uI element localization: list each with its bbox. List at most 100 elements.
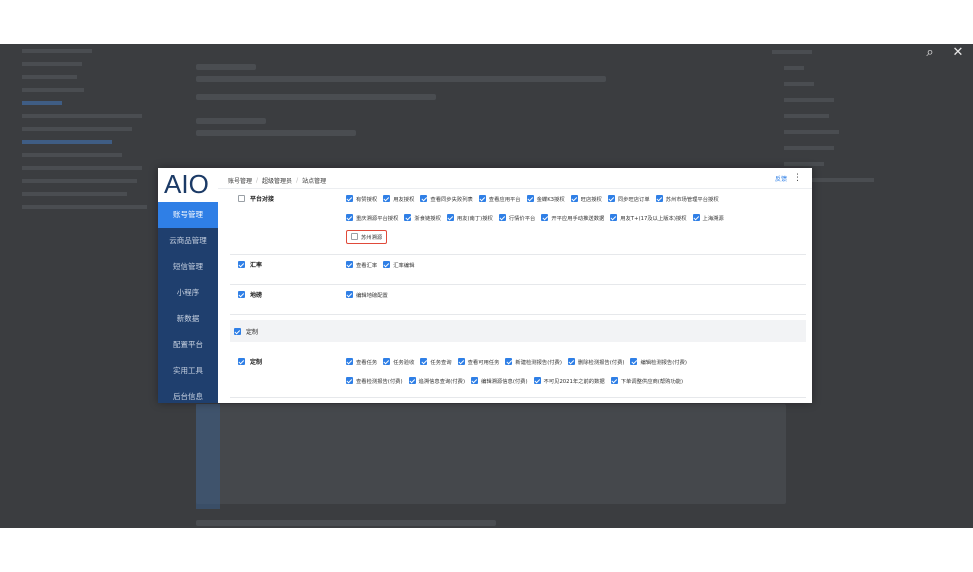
checkbox-checked-icon bbox=[383, 261, 391, 268]
permission-line: 查看任务 任务验收 任务查询 查看可用任务 新建检测报告(付费) 删除检测报告(付费) 编辑… bbox=[346, 352, 802, 371]
permission-checkbox[interactable]: 金蝶K3授权 bbox=[526, 195, 565, 203]
checkbox-checked-icon bbox=[471, 377, 479, 384]
checkbox-checked-icon bbox=[607, 195, 615, 202]
permission-checkbox[interactable]: 追溯信息查询(付费) bbox=[408, 377, 466, 385]
permission-checkbox[interactable]: 上海溯源 bbox=[692, 214, 724, 222]
checkbox-checked-icon bbox=[383, 195, 391, 202]
checkbox-checked-icon bbox=[238, 358, 245, 365]
checkbox-checked-icon bbox=[655, 195, 663, 202]
permission-checkbox[interactable]: 编辑检测报告(付费) bbox=[630, 358, 687, 366]
section-custom: 定制 bbox=[230, 320, 806, 342]
permission-label: 浙食链授权 bbox=[414, 215, 441, 222]
permission-checkbox[interactable]: 有赞授权 bbox=[346, 195, 377, 203]
checkbox-checked-icon bbox=[346, 214, 353, 221]
permission-label: 追溯信息查询(付费) bbox=[418, 378, 466, 385]
permission-checkbox[interactable]: 查看可用任务 bbox=[457, 358, 499, 366]
permission-label: 用友T+(17及以上版本)授权 bbox=[620, 215, 687, 222]
permission-checkbox[interactable]: 编辑溯源信息(付费) bbox=[471, 377, 528, 385]
permission-checkbox[interactable]: 查看任务 bbox=[346, 358, 377, 366]
permission-checkbox[interactable]: 重庆溯源平台授权 bbox=[346, 214, 398, 222]
section-custom-checkbox[interactable]: 定制 bbox=[234, 327, 258, 336]
permission-group-checkbox[interactable]: 地磅 bbox=[238, 290, 262, 299]
sidebar-item[interactable]: 实用工具 bbox=[158, 358, 218, 384]
checkbox-checked-icon bbox=[533, 377, 541, 384]
sidebar-item[interactable]: 后台信息 bbox=[158, 384, 218, 403]
permission-label: 查看汇率 bbox=[356, 262, 378, 269]
permission-label: 开平应用手动推送数据 bbox=[551, 215, 605, 222]
permission-label: 编辑地磅配置 bbox=[356, 292, 388, 299]
sidebar-item[interactable]: 短信管理 bbox=[158, 254, 218, 280]
permission-checkbox[interactable]: 用友(南丁)授权 bbox=[446, 214, 493, 222]
checkbox-checked-icon bbox=[610, 377, 618, 384]
close-icon[interactable]: ✕ bbox=[949, 44, 967, 62]
permission-label: 编辑溯源信息(付费) bbox=[481, 378, 528, 385]
more-vertical-icon[interactable]: ⋮ bbox=[793, 173, 802, 183]
permission-label: 苏州市场管理平台授权 bbox=[665, 196, 719, 203]
permission-label: 行情价平台 bbox=[508, 215, 536, 222]
permission-group-checkbox[interactable]: 汇率 bbox=[238, 260, 262, 269]
permission-checkbox[interactable]: 查看检测报告(付费) bbox=[346, 377, 403, 385]
checkbox-checked-icon bbox=[610, 214, 618, 221]
checkbox-checked-icon bbox=[346, 291, 353, 298]
sidebar-item[interactable]: 云商品管理 bbox=[158, 228, 218, 254]
permission-label: 编辑检测报告(付费) bbox=[640, 359, 687, 366]
permission-checkbox[interactable]: 行情价平台 bbox=[498, 214, 536, 222]
checkbox-checked-icon bbox=[570, 195, 578, 202]
permission-label: 上海溯源 bbox=[702, 215, 724, 222]
permission-checkbox[interactable]: 查看汇率 bbox=[346, 261, 377, 269]
aio-logo: AIO bbox=[164, 169, 209, 199]
permission-group-label: 定制 bbox=[250, 359, 263, 366]
permission-checkbox[interactable]: 下单调整供应商(帮购功能) bbox=[610, 377, 683, 385]
permission-options: 查看汇率 汇率编辑 bbox=[346, 255, 802, 274]
checkbox-checked-icon bbox=[446, 214, 454, 221]
checkbox-checked-icon bbox=[420, 358, 428, 365]
permission-checkbox[interactable]: 不可见2021年之前的数据 bbox=[533, 377, 605, 385]
permission-line: 重庆溯源平台授权 浙食链授权 用友(南丁)授权 行情价平台 开平应用手动推送数据 用友T+… bbox=[346, 208, 802, 227]
permission-checkbox[interactable]: 任务查询 bbox=[420, 358, 452, 366]
brand-area: AIO bbox=[158, 168, 218, 202]
permission-checkbox[interactable]: 用友T+(17及以上版本)授权 bbox=[610, 214, 687, 222]
checkbox-checked-icon bbox=[526, 195, 534, 202]
permission-group-label: 平台对接 bbox=[250, 196, 275, 203]
breadcrumb-account[interactable]: 账号管理 bbox=[228, 176, 252, 185]
sidebar-item[interactable]: 新数据 bbox=[158, 306, 218, 332]
breadcrumb-super-admin[interactable]: 超级管理员 bbox=[262, 176, 292, 185]
checkbox-unchecked-icon bbox=[238, 195, 245, 202]
permission-label: 删除检测报告(付费) bbox=[577, 359, 625, 366]
permission-checkbox[interactable]: 用友授权 bbox=[383, 195, 414, 203]
permission-group-checkbox[interactable]: 定制 bbox=[238, 357, 262, 366]
feedback-link[interactable]: 反馈 bbox=[775, 174, 787, 183]
background-toc bbox=[22, 44, 162, 218]
permission-label: 新建检测报告(付费) bbox=[515, 359, 562, 366]
permission-label: 用友(南丁)授权 bbox=[456, 215, 493, 222]
permission-checkbox[interactable]: 查看应用平台 bbox=[478, 195, 521, 203]
permission-checkbox[interactable]: 汇率编辑 bbox=[383, 261, 414, 269]
checkbox-checked-icon bbox=[567, 358, 575, 365]
permission-options: 查看任务 任务验收 任务查询 查看可用任务 新建检测报告(付费) 删除检测报告(付费) 编辑… bbox=[346, 352, 802, 390]
permission-checkbox[interactable]: 旺店授权 bbox=[570, 195, 602, 203]
permission-label: 不可见2021年之前的数据 bbox=[543, 378, 605, 385]
permission-options: 编辑地磅配置 bbox=[346, 285, 802, 304]
permission-checkbox[interactable]: 苏州溯源 bbox=[346, 229, 388, 244]
permission-label: 查看检测报告(付费) bbox=[356, 378, 403, 385]
sidebar-item[interactable]: 小程序 bbox=[158, 280, 218, 306]
permission-checkbox[interactable]: 编辑地磅配置 bbox=[346, 291, 388, 299]
checkbox-checked-icon bbox=[505, 358, 513, 365]
permission-label: 苏州溯源 bbox=[361, 234, 383, 241]
sidebar-item[interactable]: 账号管理 bbox=[158, 202, 218, 228]
search-icon[interactable]: ⌕ bbox=[921, 44, 939, 62]
permission-checkbox[interactable]: 同步旺店订单 bbox=[607, 195, 650, 203]
permission-checkbox[interactable]: 新建检测报告(付费) bbox=[505, 358, 562, 366]
permission-checkbox[interactable]: 开平应用手动推送数据 bbox=[541, 214, 604, 222]
permission-checkbox[interactable]: 任务验收 bbox=[383, 358, 414, 366]
background-screenshot bbox=[196, 404, 786, 504]
sidebar-item[interactable]: 配置平台 bbox=[158, 332, 218, 358]
permission-checkbox[interactable]: 浙食链授权 bbox=[404, 214, 441, 222]
breadcrumb-site[interactable]: 站点管理 bbox=[302, 176, 326, 185]
checkbox-checked-icon bbox=[238, 261, 245, 268]
permission-group-checkbox[interactable]: 平台对接 bbox=[238, 194, 274, 203]
permission-checkbox[interactable]: 苏州市场管理平台授权 bbox=[655, 195, 719, 203]
checkbox-checked-icon bbox=[346, 261, 353, 268]
permission-checkbox[interactable]: 查看同步失败列表 bbox=[420, 195, 473, 203]
permission-checkbox[interactable]: 删除检测报告(付费) bbox=[567, 358, 625, 366]
